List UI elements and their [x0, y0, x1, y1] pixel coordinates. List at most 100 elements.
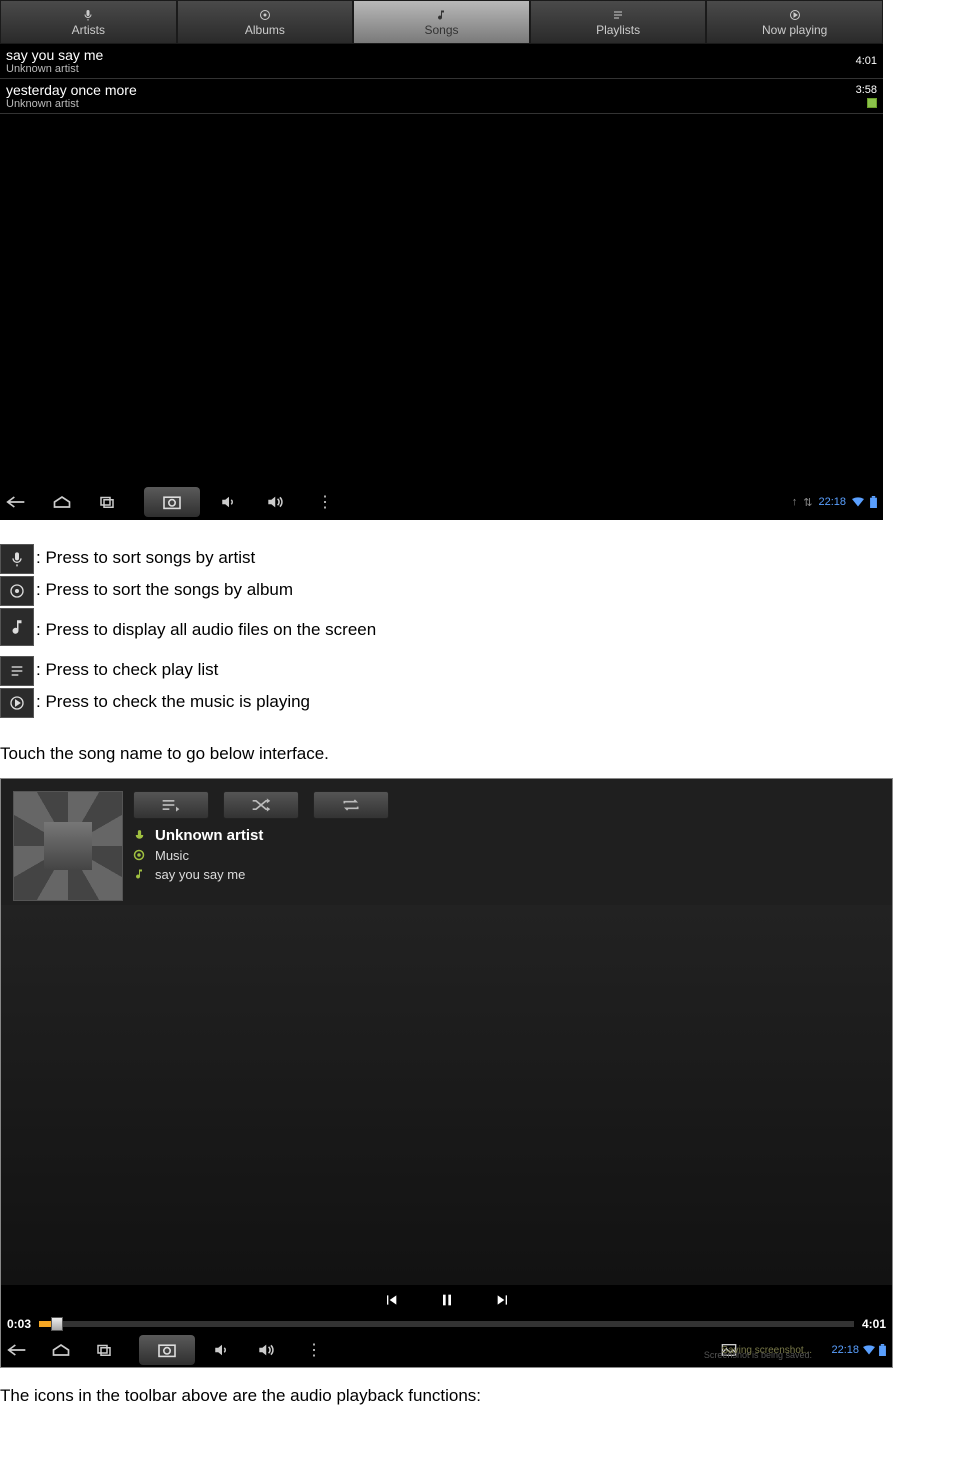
- song-row[interactable]: yesterday once more Unknown artist 3:58: [0, 79, 883, 114]
- progress-bar-row: 0:03 4:01: [1, 1315, 892, 1333]
- tab-label: Songs: [424, 23, 458, 37]
- volume-up-icon[interactable]: [266, 495, 292, 509]
- screenshot-icon[interactable]: [144, 487, 200, 517]
- tab-artists[interactable]: Artists: [0, 0, 177, 44]
- status-time: 22:18: [831, 1344, 859, 1356]
- play-icon: [788, 8, 802, 22]
- now-playing-album: Music: [155, 848, 189, 863]
- album-art[interactable]: [13, 791, 123, 901]
- time-total: 4:01: [862, 1317, 886, 1331]
- note-icon: [434, 8, 448, 22]
- list-icon: [0, 656, 34, 686]
- now-playing-artist-row: Unknown artist: [133, 827, 880, 844]
- mic-icon: [0, 544, 34, 574]
- repeat-button[interactable]: [313, 791, 389, 819]
- previous-button[interactable]: [383, 1292, 399, 1308]
- battery-icon: [879, 1344, 886, 1356]
- legend-row: : Press to sort songs by artist: [0, 544, 965, 574]
- tab-playlists[interactable]: Playlists: [530, 0, 707, 44]
- play-icon: [0, 688, 34, 718]
- tab-label: Artists: [72, 23, 105, 37]
- home-icon[interactable]: [51, 1343, 77, 1357]
- legend-text: : Press to sort songs by artist: [36, 545, 255, 575]
- song-duration: 4:01: [856, 55, 877, 67]
- wifi-icon: [852, 497, 864, 507]
- status-time: 22:18: [818, 496, 846, 508]
- legend-text: : Press to display all audio files on th…: [36, 617, 376, 647]
- now-playing-artist: Unknown artist: [155, 827, 263, 844]
- legend-row: : Press to sort the songs by album: [0, 576, 965, 606]
- system-nav-bar: ⋮ ↑ ⇅ 22:18: [0, 484, 883, 520]
- seek-fill: [39, 1321, 51, 1327]
- upload-icon: ↑: [792, 496, 798, 508]
- tab-now-playing[interactable]: Now playing: [706, 0, 883, 44]
- instruction-text: The icons in the toolbar above are the a…: [0, 1386, 965, 1406]
- shuffle-button[interactable]: [223, 791, 299, 819]
- volume-up-icon[interactable]: [257, 1343, 283, 1357]
- now-playing-header: Unknown artist Music say you say me: [1, 779, 892, 905]
- list-icon: [611, 8, 625, 22]
- icon-legend: : Press to sort songs by artist : Press …: [0, 532, 965, 726]
- legend-row: : Press to check play list: [0, 656, 965, 686]
- song-artist: Unknown artist: [6, 63, 103, 75]
- screenshot-icon[interactable]: [139, 1335, 195, 1365]
- back-icon[interactable]: [7, 1343, 33, 1357]
- tab-albums[interactable]: Albums: [177, 0, 354, 44]
- time-elapsed: 0:03: [7, 1317, 31, 1331]
- legend-text: : Press to sort the songs by album: [36, 577, 293, 607]
- tab-label: Now playing: [762, 23, 827, 37]
- tab-label: Albums: [245, 23, 285, 37]
- now-playing-title-row: say you say me: [133, 867, 880, 882]
- album-icon: [133, 849, 147, 863]
- next-button[interactable]: [495, 1292, 511, 1308]
- battery-icon: [870, 496, 877, 508]
- note-icon: [0, 608, 34, 646]
- menu-icon[interactable]: ⋮: [312, 492, 338, 512]
- status-area[interactable]: ↑ ⇅ 22:18: [792, 496, 877, 509]
- recent-apps-icon[interactable]: [95, 1343, 121, 1357]
- home-icon[interactable]: [52, 495, 78, 509]
- song-duration: 3:58: [856, 84, 877, 96]
- music-app-songs-view: Artists Albums Songs Playlists Now playi…: [0, 0, 883, 520]
- playback-mode-bar: [133, 791, 880, 819]
- song-artist: Unknown artist: [6, 98, 137, 110]
- now-playing-title: say you say me: [155, 867, 245, 882]
- menu-icon[interactable]: ⋮: [301, 1340, 327, 1360]
- toast-subtitle: Screenshot is being saved.: [704, 1350, 812, 1360]
- legend-row: : Press to check the music is playing: [0, 688, 965, 718]
- song-list: say you say me Unknown artist 4:01 yeste…: [0, 44, 883, 114]
- song-title: yesterday once more: [6, 82, 137, 98]
- system-nav-bar: ⋮ Saving screenshot... Screenshot is bei…: [1, 1333, 892, 1367]
- volume-down-icon[interactable]: [213, 1343, 239, 1357]
- queue-button[interactable]: [133, 791, 209, 819]
- legend-text: : Press to check play list: [36, 657, 218, 687]
- track-icon: [133, 868, 147, 882]
- recent-apps-icon[interactable]: [98, 495, 124, 509]
- song-title: say you say me: [6, 47, 103, 63]
- disc-icon: [258, 8, 272, 22]
- artist-icon: [133, 829, 147, 843]
- tab-bar: Artists Albums Songs Playlists Now playi…: [0, 0, 883, 44]
- back-icon[interactable]: [6, 495, 32, 509]
- instruction-text: Touch the song name to go below interfac…: [0, 744, 965, 764]
- music-app-now-playing-view: Unknown artist Music say you say me: [0, 778, 893, 1368]
- disc-icon: [0, 576, 34, 606]
- now-playing-body: [1, 905, 892, 1285]
- now-playing-indicator-icon: [867, 98, 877, 108]
- mic-icon: [81, 8, 95, 22]
- seek-knob[interactable]: [51, 1317, 63, 1331]
- now-playing-album-row: Music: [133, 848, 880, 863]
- pause-button[interactable]: [439, 1292, 455, 1308]
- transport-controls: [1, 1285, 892, 1315]
- legend-row: : Press to display all audio files on th…: [0, 608, 965, 646]
- empty-area: [0, 114, 883, 484]
- song-row[interactable]: say you say me Unknown artist 4:01: [0, 44, 883, 79]
- tab-songs[interactable]: Songs: [353, 0, 530, 44]
- volume-down-icon[interactable]: [220, 495, 246, 509]
- tab-label: Playlists: [596, 23, 640, 37]
- wifi-icon: [863, 1345, 875, 1355]
- download-icon: ⇅: [803, 496, 812, 509]
- status-area[interactable]: 22:18: [831, 1344, 886, 1356]
- seek-bar[interactable]: [39, 1321, 854, 1327]
- legend-text: : Press to check the music is playing: [36, 689, 310, 719]
